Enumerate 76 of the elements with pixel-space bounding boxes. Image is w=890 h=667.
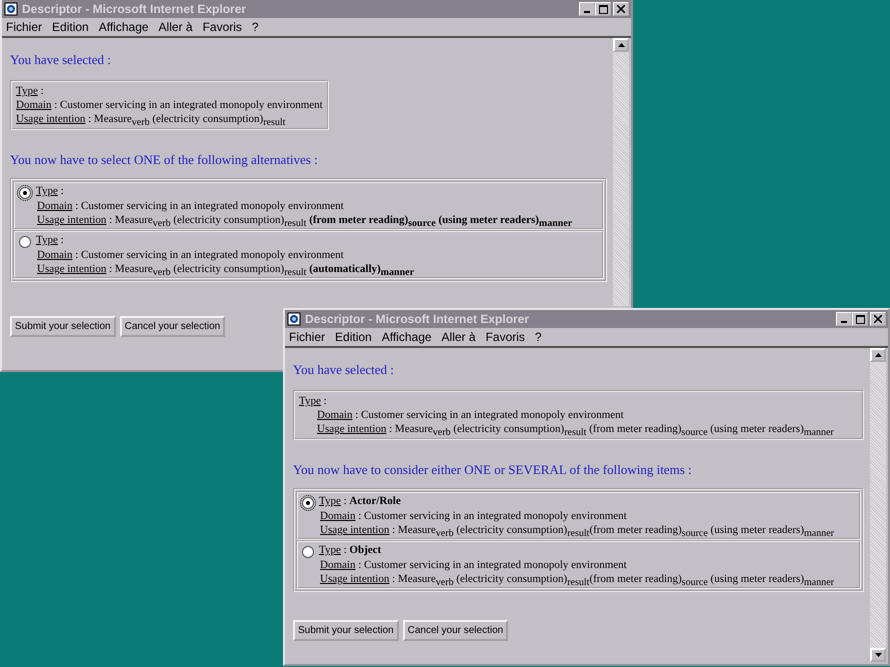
- close-button[interactable]: [870, 312, 886, 326]
- field-label: Domain: [37, 249, 72, 261]
- down-arrow-icon: [874, 653, 882, 657]
- field-text: : Customer servicing in an integrated monopoly environment: [358, 559, 627, 571]
- radio-button[interactable]: [302, 497, 314, 509]
- field-label: Type: [319, 544, 341, 556]
- menu-item[interactable]: Edition: [335, 330, 372, 344]
- field-label: Usage intention: [320, 573, 390, 585]
- menu-item[interactable]: Affichage: [98, 20, 149, 34]
- menu-item[interactable]: Favoris: [486, 330, 525, 344]
- maximize-icon: [856, 314, 864, 324]
- form-button[interactable]: Cancel your selection: [120, 316, 226, 337]
- field-text: : Customer servicing in an integrated monopoly environment: [358, 510, 627, 522]
- close-icon: [874, 315, 882, 323]
- section-heading: You have selected :: [10, 52, 112, 68]
- menu-item[interactable]: Aller à: [158, 20, 193, 34]
- field-label: Domain: [37, 200, 72, 212]
- field-label: Usage intention: [16, 113, 86, 125]
- scroll-up-button[interactable]: [613, 38, 629, 52]
- menu-item[interactable]: Aller à: [442, 330, 476, 344]
- browser-icon: [287, 312, 301, 326]
- menu-item[interactable]: Favoris: [202, 20, 242, 34]
- field-text: : Customer servicing in an integrated monopoly environment: [54, 99, 323, 111]
- field-label: Type: [16, 85, 38, 97]
- scroll-down-button[interactable]: [870, 648, 886, 662]
- field-text: : Actor/Role: [344, 495, 401, 507]
- form-button[interactable]: Submit your selection: [10, 316, 116, 337]
- scroll-bar[interactable]: [613, 38, 629, 306]
- menu-item[interactable]: ?: [534, 330, 542, 344]
- field-label: Usage intention: [37, 214, 106, 226]
- browser-icon: [4, 2, 18, 16]
- form-button[interactable]: Submit your selection: [293, 620, 399, 641]
- minimize-button[interactable]: [579, 2, 595, 16]
- window-title: Descriptor - Microsoft Internet Explorer: [305, 312, 530, 326]
- field-label: Type: [36, 234, 58, 246]
- up-arrow-icon: [874, 353, 882, 357]
- field-label: Usage intention: [317, 423, 386, 435]
- menu-item[interactable]: Fichier: [289, 330, 326, 344]
- window-title: Descriptor - Microsoft Internet Explorer: [22, 2, 248, 16]
- menu-item[interactable]: Affichage: [382, 330, 432, 344]
- field-text: :: [40, 85, 44, 97]
- radio-button[interactable]: [19, 236, 31, 248]
- maximize-button[interactable]: [595, 2, 611, 16]
- scroll-up-button[interactable]: [870, 348, 886, 362]
- field-label: Type: [299, 395, 321, 407]
- maximize-icon: [598, 4, 608, 14]
- scroll-bar[interactable]: [870, 348, 886, 662]
- field-label: Usage intention: [320, 524, 390, 536]
- field-text: :: [60, 185, 64, 197]
- section-heading: You now have to select ONE of the following alternatives :: [10, 152, 319, 168]
- field-text: :: [324, 395, 327, 407]
- radio-button[interactable]: [19, 187, 31, 199]
- section-heading: You now have to consider either ONE or SEVERAL of the following items :: [293, 462, 693, 478]
- menu-item[interactable]: Fichier: [6, 20, 42, 34]
- field-label: Domain: [320, 510, 356, 522]
- menu-item[interactable]: Edition: [52, 20, 89, 34]
- section-heading: You have selected :: [293, 362, 395, 378]
- menu-item[interactable]: ?: [252, 20, 259, 34]
- close-icon: [617, 5, 625, 13]
- field-label: Domain: [320, 559, 356, 571]
- field-text: : Object: [344, 544, 382, 556]
- field-label: Type: [36, 185, 58, 197]
- field-label: Usage intention: [37, 263, 106, 275]
- field-text: :: [60, 234, 64, 246]
- radio-button[interactable]: [302, 546, 314, 558]
- form-button[interactable]: Cancel your selection: [402, 620, 508, 641]
- field-text: : Customer servicing in an integrated monopoly environment: [75, 249, 344, 261]
- up-arrow-icon: [618, 43, 624, 47]
- field-label: Type: [319, 495, 341, 507]
- minimize-button[interactable]: [836, 312, 852, 326]
- field-label: Domain: [16, 99, 52, 111]
- field-text: : Customer servicing in an integrated monopoly environment: [355, 409, 624, 421]
- field-text: : Customer servicing in an integrated monopoly environment: [75, 200, 344, 212]
- maximize-button[interactable]: [852, 312, 868, 326]
- close-button[interactable]: [613, 2, 629, 16]
- field-label: Domain: [317, 409, 352, 421]
